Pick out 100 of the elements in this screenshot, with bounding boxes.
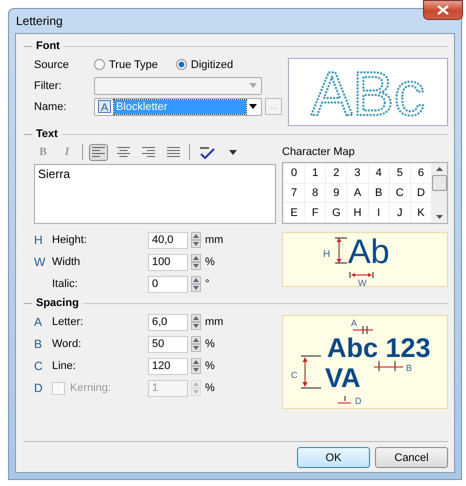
align-right-icon — [142, 147, 155, 157]
up-triangle-icon — [193, 256, 199, 260]
up-triangle-icon — [193, 360, 199, 364]
character-cell[interactable]: K — [410, 203, 431, 222]
kerning-label: D — [355, 396, 362, 406]
number-input-field[interactable]: 100 — [148, 254, 188, 270]
unit-label: % — [205, 360, 215, 372]
spinner-control[interactable] — [191, 358, 201, 374]
spinner-control[interactable] — [191, 314, 201, 330]
spinner-control[interactable] — [191, 336, 201, 352]
down-triangle-icon — [436, 215, 443, 219]
character-cell[interactable]: 9 — [326, 184, 346, 202]
field-label: Word: — [52, 338, 82, 350]
field-label: Letter: — [52, 316, 84, 328]
height-label: H — [323, 248, 330, 260]
align-left-icon — [92, 147, 105, 157]
down-triangle-icon — [193, 286, 199, 290]
character-cell[interactable]: 0 — [284, 164, 304, 183]
field-label: Name: — [34, 100, 68, 112]
sample-text-line: VA — [325, 363, 361, 393]
text-input-field[interactable]: Sierra — [34, 164, 276, 224]
line-spacing-arrow — [300, 356, 322, 388]
character-cell[interactable]: 7 — [284, 184, 304, 202]
radio-option[interactable]: True Type — [94, 58, 158, 70]
font-name-dropdown[interactable]: A Blockletter — [94, 98, 262, 116]
dialog-button[interactable]: Cancel — [375, 447, 448, 468]
field-label: Kerning: — [70, 382, 112, 394]
down-triangle-icon — [193, 346, 199, 350]
character-cell[interactable]: H — [347, 203, 368, 222]
justify-icon — [167, 147, 180, 157]
character-cell[interactable]: D — [410, 184, 431, 202]
dimension-letter: D — [34, 381, 44, 395]
character-cell[interactable]: 1 — [305, 164, 326, 183]
field-label: Width — [52, 256, 82, 268]
up-triangle-icon — [193, 382, 199, 386]
up-triangle-icon — [436, 167, 443, 171]
character-cell[interactable]: B — [368, 184, 389, 202]
character-cell[interactable]: I — [368, 203, 389, 222]
number-input-field[interactable]: 120 — [148, 358, 188, 374]
letter-spacing-arrow — [352, 326, 374, 334]
character-cell[interactable]: 3 — [347, 164, 368, 183]
number-input-field[interactable]: 6,0 — [148, 314, 188, 330]
sample-text-line: Abc 123 — [327, 333, 431, 363]
character-cell[interactable]: G — [326, 203, 346, 222]
spinner-control[interactable] — [191, 276, 201, 292]
character-cell[interactable]: 8 — [305, 184, 326, 202]
align-left-button[interactable] — [89, 144, 108, 160]
caret-icon — [249, 104, 257, 109]
character-cell[interactable]: 5 — [390, 164, 410, 183]
field-label: Filter: — [34, 80, 62, 92]
spinner-control[interactable] — [191, 254, 201, 270]
character-cell[interactable]: 4 — [368, 164, 389, 183]
group-heading: Font — [36, 40, 60, 52]
character-cell[interactable]: 2 — [326, 164, 346, 183]
group-heading: Spacing — [36, 297, 79, 309]
dimension-letter: A — [34, 315, 44, 329]
field-label: Italic: — [52, 278, 79, 290]
dimension-letter: H — [34, 233, 44, 247]
unit-label: % — [205, 256, 215, 268]
word-spacing-arrow — [374, 360, 404, 372]
spinner-control[interactable] — [191, 232, 201, 248]
scrollbar[interactable] — [432, 163, 447, 223]
character-cell[interactable]: E — [284, 203, 304, 222]
dialog-button[interactable]: OK — [297, 447, 370, 468]
number-input-field[interactable]: 0 — [148, 276, 188, 292]
caret-icon — [229, 150, 237, 154]
letter-spacing-label: A — [351, 318, 358, 328]
character-cell[interactable]: F — [305, 203, 326, 222]
character-cell[interactable]: C — [390, 184, 410, 202]
up-triangle-icon — [193, 338, 199, 342]
width-dimension-arrow — [350, 271, 374, 278]
unit-label: ° — [205, 278, 210, 290]
field-label: Source — [34, 58, 70, 70]
width-label: W — [358, 278, 366, 286]
align-center-icon — [117, 147, 130, 157]
character-cell[interactable]: A — [347, 184, 368, 202]
font-icon: A — [98, 100, 111, 113]
character-cell[interactable]: J — [390, 203, 410, 222]
spellcheck-icon — [199, 146, 215, 158]
line-spacing-label: C — [291, 370, 298, 380]
close-button[interactable] — [423, 0, 463, 20]
number-input-field[interactable]: 50 — [148, 336, 188, 352]
height-dimension-arrow — [334, 237, 348, 263]
unit-label: % — [205, 382, 215, 394]
unit-label: mm — [205, 234, 224, 246]
unit-label: % — [205, 338, 215, 350]
radio-option[interactable]: Digitized — [176, 58, 234, 70]
field-label: Line: — [52, 360, 77, 372]
dimension-letter: B — [34, 337, 44, 351]
number-input-field[interactable]: 40,0 — [148, 232, 188, 248]
field-label: Height: — [52, 234, 88, 246]
up-triangle-icon — [193, 316, 199, 320]
down-triangle-icon — [193, 264, 199, 268]
down-triangle-icon — [193, 324, 199, 328]
up-triangle-icon — [193, 278, 199, 282]
dotted-letters-drawing: ABc — [311, 61, 425, 123]
character-cell[interactable]: 6 — [410, 164, 431, 183]
dimension-letter: W — [34, 255, 46, 269]
character-map-title: Character Map — [282, 146, 356, 160]
up-triangle-icon — [193, 234, 199, 238]
